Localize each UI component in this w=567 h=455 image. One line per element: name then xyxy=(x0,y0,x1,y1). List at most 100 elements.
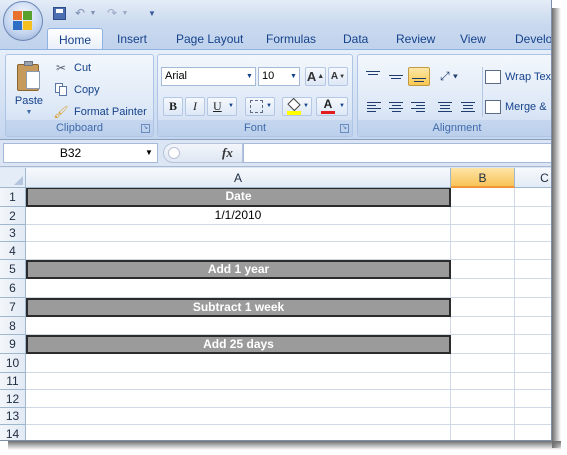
cell-a5[interactable]: Add 1 year xyxy=(26,260,451,279)
column-header-b[interactable]: B xyxy=(451,168,515,188)
row-header[interactable]: 11 xyxy=(0,373,26,390)
row-header[interactable]: 9 xyxy=(0,335,26,354)
fill-color-button[interactable]: ▼ xyxy=(282,97,312,116)
font-dialog-launcher[interactable]: ↘ xyxy=(340,124,349,133)
underline-button[interactable]: U ▼ xyxy=(207,97,237,116)
cell-a13[interactable] xyxy=(26,408,451,425)
font-color-button[interactable]: A ▼ xyxy=(316,97,348,116)
row-header[interactable]: 1 xyxy=(0,188,26,207)
cell-a14[interactable] xyxy=(26,425,451,440)
orientation-button[interactable]: ⤢ ▾ xyxy=(434,67,464,86)
redo-button[interactable]: ↷ xyxy=(104,4,120,22)
row-header[interactable]: 6 xyxy=(0,279,26,298)
align-center-button[interactable] xyxy=(385,97,407,116)
cell-b3[interactable] xyxy=(451,225,515,242)
cell-a8[interactable] xyxy=(26,317,451,335)
cell-b10[interactable] xyxy=(451,354,515,373)
select-all-button[interactable] xyxy=(0,168,26,188)
cell-b4[interactable] xyxy=(451,242,515,260)
tab-formulas[interactable]: Formulas xyxy=(266,28,316,50)
cell-b14[interactable] xyxy=(451,425,515,440)
row-header[interactable]: 7 xyxy=(0,298,26,317)
save-button[interactable] xyxy=(50,4,68,22)
cell-c10[interactable] xyxy=(515,354,551,373)
cell-b9[interactable] xyxy=(451,335,515,354)
cell-b11[interactable] xyxy=(451,373,515,390)
cell-c11[interactable] xyxy=(515,373,551,390)
undo-button[interactable]: ↶ xyxy=(72,4,88,22)
office-button[interactable] xyxy=(3,1,43,41)
redo-dropdown-button[interactable]: ▼ xyxy=(120,4,130,22)
cell-c2[interactable] xyxy=(515,207,551,225)
format-painter-button[interactable]: 🖌 Format Painter xyxy=(53,102,146,122)
cell-b8[interactable] xyxy=(451,317,515,335)
italic-button[interactable]: I xyxy=(185,97,205,116)
name-box[interactable]: B32 ▼ xyxy=(3,143,158,163)
align-left-button[interactable] xyxy=(362,97,384,116)
row-header[interactable]: 13 xyxy=(0,408,26,425)
font-size-select[interactable]: 10 ▼ xyxy=(258,67,300,86)
bold-button[interactable]: B xyxy=(163,97,183,116)
row-header[interactable]: 5 xyxy=(0,260,26,279)
cell-c7[interactable] xyxy=(515,298,551,317)
column-header-a[interactable]: A xyxy=(26,168,451,188)
cell-c6[interactable] xyxy=(515,279,551,298)
grow-font-button[interactable]: A ▲ xyxy=(305,67,326,86)
cell-a2[interactable]: 1/1/2010 xyxy=(26,207,451,225)
tab-home[interactable]: Home xyxy=(47,28,103,51)
cell-a3[interactable] xyxy=(26,225,451,242)
decrease-indent-button[interactable] xyxy=(434,97,456,116)
wrap-text-button[interactable]: Wrap Tex xyxy=(485,67,551,86)
align-right-button[interactable] xyxy=(408,97,430,116)
cell-a9[interactable]: Add 25 days xyxy=(26,335,451,354)
undo-dropdown-button[interactable]: ▼ xyxy=(88,4,98,22)
align-middle-button[interactable] xyxy=(385,67,407,86)
align-top-button[interactable] xyxy=(362,67,384,86)
tab-view[interactable]: View xyxy=(460,28,486,50)
borders-button[interactable]: ▼ xyxy=(245,97,275,116)
cell-a4[interactable] xyxy=(26,242,451,260)
cell-c1[interactable] xyxy=(515,188,551,207)
row-header[interactable]: 8 xyxy=(0,317,26,335)
cell-c8[interactable] xyxy=(515,317,551,335)
cell-c13[interactable] xyxy=(515,408,551,425)
row-header[interactable]: 10 xyxy=(0,354,26,373)
increase-indent-button[interactable] xyxy=(457,97,479,116)
merge-center-button[interactable]: Merge & xyxy=(485,97,547,116)
row-header[interactable]: 4 xyxy=(0,242,26,260)
row-header[interactable]: 3 xyxy=(0,225,26,242)
cell-a7[interactable]: Subtract 1 week xyxy=(26,298,451,317)
paste-button[interactable]: Paste ▼ xyxy=(10,57,48,119)
column-header-c[interactable]: C xyxy=(515,168,551,188)
tab-review[interactable]: Review xyxy=(396,28,435,50)
cell-b5[interactable] xyxy=(451,260,515,279)
cell-b7[interactable] xyxy=(451,298,515,317)
cell-b13[interactable] xyxy=(451,408,515,425)
formula-input[interactable] xyxy=(243,143,551,163)
cell-c5[interactable] xyxy=(515,260,551,279)
cell-b1[interactable] xyxy=(451,188,515,207)
cell-a12[interactable] xyxy=(26,390,451,408)
insert-function-button[interactable]: fx xyxy=(222,145,233,161)
clipboard-dialog-launcher[interactable]: ↘ xyxy=(141,124,150,133)
tab-developer[interactable]: Develo xyxy=(515,28,551,50)
shrink-font-button[interactable]: A ▼ xyxy=(328,67,348,86)
cell-c14[interactable] xyxy=(515,425,551,440)
align-bottom-button[interactable] xyxy=(408,67,430,86)
cell-b6[interactable] xyxy=(451,279,515,298)
tab-insert[interactable]: Insert xyxy=(117,28,147,50)
tab-data[interactable]: Data xyxy=(343,28,368,50)
cell-a10[interactable] xyxy=(26,354,451,373)
cut-button[interactable]: ✂ Cut xyxy=(53,58,91,78)
copy-button[interactable]: Copy xyxy=(53,80,100,100)
cell-a6[interactable] xyxy=(26,279,451,298)
cell-b12[interactable] xyxy=(451,390,515,408)
customize-toolbar-button[interactable]: ▼ xyxy=(145,4,159,22)
cell-a1[interactable]: Date xyxy=(26,188,451,207)
row-header[interactable]: 2 xyxy=(0,207,26,225)
cell-c4[interactable] xyxy=(515,242,551,260)
cell-c12[interactable] xyxy=(515,390,551,408)
cell-b2[interactable] xyxy=(451,207,515,225)
row-header[interactable]: 12 xyxy=(0,390,26,408)
cell-c3[interactable] xyxy=(515,225,551,242)
